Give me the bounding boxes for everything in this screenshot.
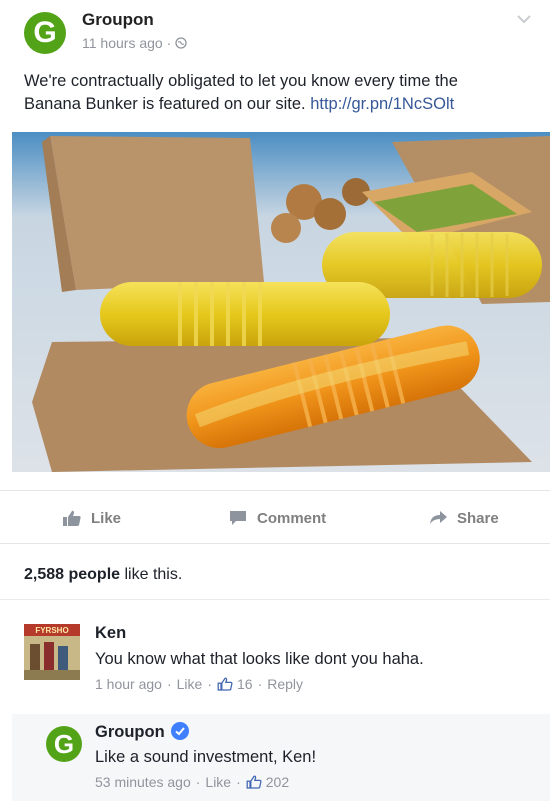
comment-like-link[interactable]: Like (177, 676, 203, 692)
comment-time[interactable]: 1 hour ago (95, 676, 162, 692)
reply-time[interactable]: 53 minutes ago (95, 774, 191, 790)
likes-suffix: like this. (120, 566, 183, 583)
post-text-line2: Banana Bunker is featured on our site. (24, 95, 306, 113)
post-meta: 11 hours ago · (82, 35, 187, 51)
post-text-line1: We're contractually obligated to let you… (24, 72, 458, 90)
reply-text: Like a sound investment, Ken! (95, 748, 317, 766)
reply-author[interactable]: Groupon (95, 723, 165, 741)
likes-summary: 2,588 people like this. (0, 552, 550, 600)
groupon-avatar[interactable]: G (24, 12, 66, 54)
meta-separator: · (166, 35, 172, 51)
reply-like-count[interactable]: 202 (266, 774, 289, 790)
reply-like-link[interactable]: Like (205, 774, 231, 790)
reply-comment-groupon: G Groupon Like a sound investment, Ken! … (12, 714, 550, 801)
comment-button[interactable]: Comment (228, 491, 326, 545)
share-arrow-icon (430, 511, 447, 524)
like-label: Like (91, 509, 122, 527)
likes-count: 2,588 people (24, 566, 121, 583)
comment-icon (230, 511, 246, 525)
ken-avatar-label: FYRSHO (35, 626, 68, 635)
post-time[interactable]: 11 hours ago (82, 35, 163, 51)
meta-separator: · (257, 676, 263, 692)
post-header: G Groupon 11 hours ago · (0, 0, 550, 62)
thumbs-up-outline-icon (217, 677, 233, 691)
comment-meta: 1 hour ago · Like · 16 · Reply (95, 676, 303, 692)
thumbs-up-icon (63, 510, 81, 526)
chevron-down-icon[interactable] (516, 14, 532, 24)
meta-separator: · (195, 774, 201, 790)
globe-icon (175, 35, 187, 51)
banana-bunker-photo (12, 132, 550, 472)
thumbs-up-outline-icon (246, 775, 262, 789)
comment-text: You know what that looks like dont you h… (95, 650, 424, 668)
comment-label: Comment (257, 509, 327, 527)
post-photo[interactable] (12, 132, 550, 472)
meta-separator: · (207, 676, 212, 692)
comment-like-count[interactable]: 16 (237, 676, 253, 692)
verified-badge-icon (170, 722, 189, 740)
post-text: We're contractually obligated to let you… (24, 70, 539, 116)
post-link[interactable]: http://gr.pn/1NcSOlt (310, 95, 454, 113)
ken-avatar-image: FYRSHO (24, 624, 80, 680)
share-button[interactable]: Share (428, 491, 499, 545)
share-label: Share (457, 509, 499, 527)
reply-author-wrap: Groupon (95, 722, 189, 742)
comment-reply-link[interactable]: Reply (267, 676, 303, 692)
groupon-reply-avatar[interactable]: G (46, 726, 82, 762)
meta-separator: · (166, 676, 172, 692)
post-author[interactable]: Groupon (82, 10, 154, 30)
like-button[interactable]: Like (62, 491, 121, 545)
comment-author[interactable]: Ken (95, 624, 126, 643)
action-bar: Like Comment Share (0, 490, 550, 544)
reply-meta: 53 minutes ago · Like · 202 (95, 774, 289, 790)
ken-avatar[interactable]: FYRSHO (24, 624, 80, 680)
meta-separator: · (236, 774, 241, 790)
likes-text[interactable]: 2,588 people like this. (24, 566, 182, 584)
